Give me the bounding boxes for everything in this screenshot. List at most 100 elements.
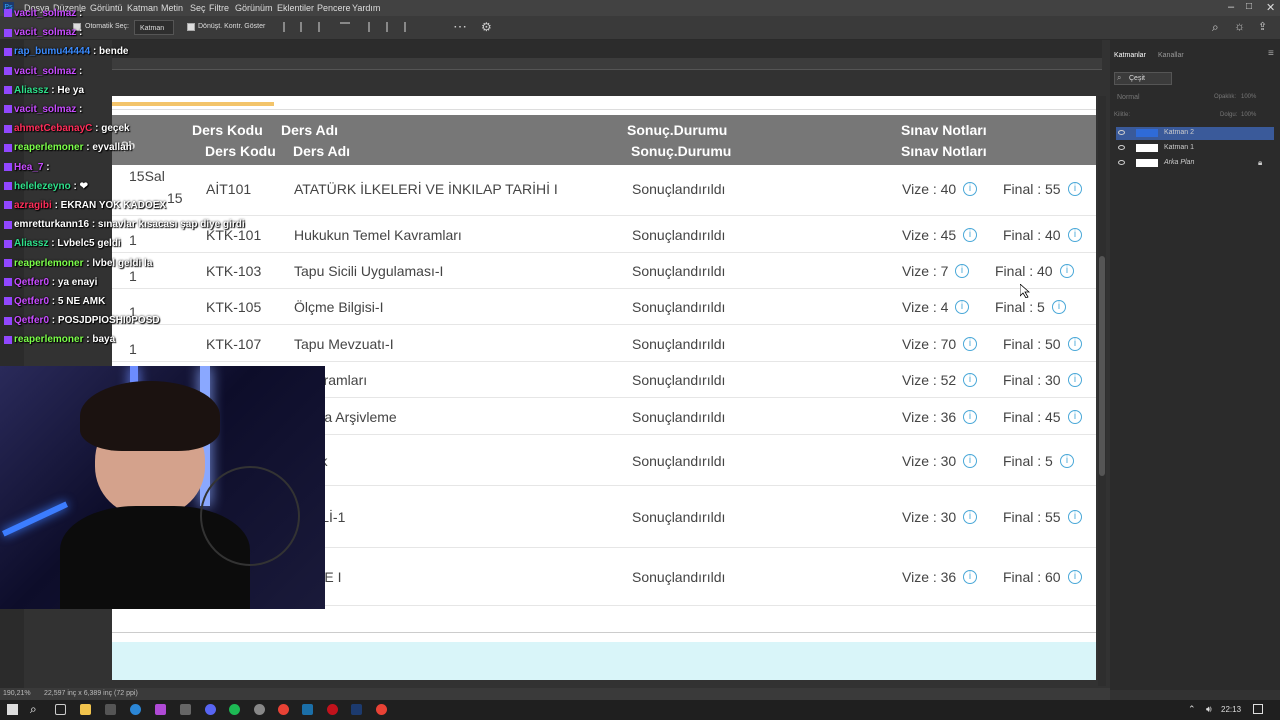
- tab-channels[interactable]: Kanallar: [1158, 52, 1184, 59]
- vertical-scrollbar[interactable]: [1098, 96, 1106, 686]
- info-icon[interactable]: i: [1068, 228, 1082, 242]
- close-button[interactable]: ✕: [1266, 1, 1275, 14]
- course-status: Sonuçlandırıldı: [632, 181, 726, 197]
- share-icon[interactable]: ⇪: [1258, 20, 1267, 33]
- spotify-icon[interactable]: [229, 704, 240, 715]
- info-icon[interactable]: i: [1068, 510, 1082, 524]
- app-icon[interactable]: [180, 704, 191, 715]
- menu-help[interactable]: Yardım: [352, 3, 380, 13]
- search-icon[interactable]: ⌕: [30, 702, 37, 717]
- more-options-icon[interactable]: ⋯: [453, 18, 467, 35]
- align-middle-icon[interactable]: [386, 22, 396, 32]
- eye-icon[interactable]: [1118, 160, 1125, 165]
- chat-username[interactable]: reaperlemoner: [14, 334, 83, 345]
- maximize-button[interactable]: □: [1246, 1, 1252, 12]
- chat-username[interactable]: reaperlemoner: [14, 258, 83, 269]
- chat-username[interactable]: Qetfer0: [14, 315, 49, 326]
- info-icon[interactable]: i: [963, 373, 977, 387]
- file-explorer-icon[interactable]: [80, 704, 91, 715]
- course-status: Sonuçlandırıldı: [632, 336, 726, 352]
- info-icon[interactable]: i: [1068, 337, 1082, 351]
- discord-icon[interactable]: [205, 704, 216, 715]
- layer-row[interactable]: Katman 2: [1116, 127, 1274, 140]
- chat-username[interactable]: Qetfer0: [14, 277, 49, 288]
- info-icon[interactable]: i: [963, 337, 977, 351]
- chat-username[interactable]: Hea_7: [14, 162, 43, 173]
- subscriber-badge-icon: [4, 278, 12, 287]
- lightbulb-icon[interactable]: ☼: [1234, 19, 1245, 33]
- info-icon[interactable]: i: [963, 410, 977, 424]
- info-icon[interactable]: i: [955, 264, 969, 278]
- tab-layers[interactable]: Katmanlar: [1114, 52, 1146, 59]
- info-icon[interactable]: i: [1052, 300, 1066, 314]
- chat-text: : 5 NE AMK: [51, 296, 106, 307]
- align-left-icon[interactable]: [283, 22, 293, 32]
- zoom-readout[interactable]: 190,21%: [3, 690, 31, 697]
- blend-mode-dropdown[interactable]: Normal: [1114, 92, 1184, 104]
- layer-name: Katman 2: [1164, 129, 1194, 136]
- info-icon[interactable]: i: [1060, 454, 1074, 468]
- distribute-icon[interactable]: [340, 22, 350, 32]
- tray-chevron-icon[interactable]: ⌃: [1188, 704, 1196, 715]
- chat-username[interactable]: vacit_solmaz: [14, 66, 76, 77]
- chrome-icon[interactable]: [278, 704, 289, 715]
- clock[interactable]: 22:13: [1221, 705, 1241, 714]
- opera-icon[interactable]: [327, 704, 338, 715]
- info-icon[interactable]: i: [1068, 410, 1082, 424]
- minimize-button[interactable]: –: [1228, 1, 1234, 13]
- info-icon[interactable]: i: [955, 300, 969, 314]
- info-icon[interactable]: i: [963, 510, 977, 524]
- eye-icon[interactable]: [1118, 145, 1125, 150]
- info-icon[interactable]: i: [963, 454, 977, 468]
- task-view-icon[interactable]: [55, 704, 66, 715]
- subscriber-badge-icon: [4, 239, 12, 248]
- info-icon[interactable]: i: [1068, 570, 1082, 584]
- chat-username[interactable]: vacit_solmaz: [14, 27, 76, 38]
- vertical-scroll-thumb[interactable]: [1099, 256, 1105, 476]
- chat-username[interactable]: emretturkann16: [14, 219, 89, 230]
- layer-filter-kind[interactable]: Çeşit: [1114, 72, 1172, 85]
- windows-start-icon[interactable]: [7, 704, 18, 715]
- menu-window[interactable]: Pencere: [317, 3, 351, 13]
- chat-username[interactable]: vacit_solmaz: [14, 8, 76, 19]
- chat-username[interactable]: azragibi: [14, 200, 52, 211]
- search-icon[interactable]: ⌕: [1212, 20, 1219, 35]
- app-icon[interactable]: [155, 704, 166, 715]
- fill-value[interactable]: 100%: [1241, 112, 1256, 118]
- align-top-icon[interactable]: [368, 22, 378, 32]
- opacity-value[interactable]: 100%: [1241, 94, 1256, 100]
- chrome-icon[interactable]: [376, 704, 387, 715]
- align-bottom-icon[interactable]: [404, 22, 414, 32]
- info-icon[interactable]: i: [1068, 373, 1082, 387]
- panel-menu-icon[interactable]: ≡: [1268, 48, 1274, 59]
- layer-row[interactable]: Katman 1: [1116, 142, 1274, 155]
- app-icon[interactable]: [105, 704, 116, 715]
- app-icon[interactable]: [254, 704, 265, 715]
- chat-username[interactable]: Qetfer0: [14, 296, 49, 307]
- photoshop-taskbar-icon[interactable]: [351, 704, 362, 715]
- info-icon[interactable]: i: [1068, 182, 1082, 196]
- info-icon[interactable]: i: [1060, 264, 1074, 278]
- align-right-icon[interactable]: [318, 22, 328, 32]
- info-icon[interactable]: i: [963, 570, 977, 584]
- layer-row[interactable]: Arka Plan 🔒︎: [1116, 157, 1274, 170]
- steam-icon[interactable]: [302, 704, 313, 715]
- menu-plugins[interactable]: Eklentiler: [277, 3, 314, 13]
- chat-username[interactable]: rap_bumu44444: [14, 46, 90, 57]
- volume-icon[interactable]: 🔊︎: [1206, 704, 1212, 715]
- chat-username[interactable]: Aliassz: [14, 238, 48, 249]
- chat-username[interactable]: helelezeyno: [14, 181, 71, 192]
- chat-text: : ya enayi: [51, 276, 98, 288]
- gear-icon[interactable]: ⚙: [481, 20, 492, 34]
- chat-username[interactable]: Aliassz: [14, 85, 48, 96]
- edge-icon[interactable]: [130, 704, 141, 715]
- eye-icon[interactable]: [1118, 130, 1125, 135]
- subscriber-badge-icon: [4, 9, 12, 18]
- info-icon[interactable]: i: [963, 182, 977, 196]
- notification-icon[interactable]: [1253, 704, 1263, 714]
- info-icon[interactable]: i: [963, 228, 977, 242]
- chat-username[interactable]: ahmetCebanayC: [14, 123, 92, 134]
- chat-username[interactable]: reaperlemoner: [14, 142, 83, 153]
- align-center-icon[interactable]: [300, 22, 310, 32]
- chat-username[interactable]: vacit_solmaz: [14, 104, 76, 115]
